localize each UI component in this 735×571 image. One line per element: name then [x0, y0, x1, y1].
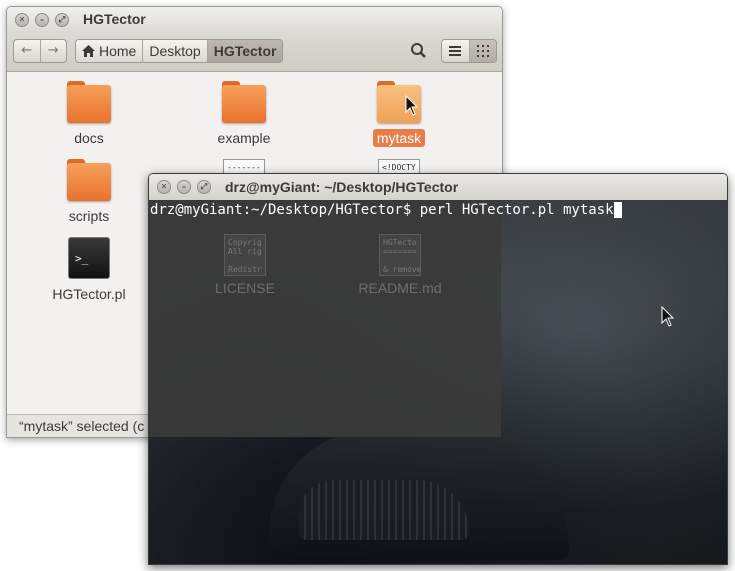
text-cursor — [613, 202, 622, 218]
window-title: HGTector — [83, 11, 146, 27]
breadcrumb-desktop[interactable]: Desktop — [143, 40, 208, 62]
grid-icon — [476, 45, 489, 57]
breadcrumb-label: Home — [99, 43, 137, 59]
close-icon[interactable]: ✕ — [15, 13, 29, 27]
document-icon: HGTecto ======= & remove — [379, 234, 421, 276]
terminal-body[interactable]: Copyrig All rig Redistr LICENSE HGTecto … — [149, 200, 727, 564]
ghost-file-readme: HGTecto ======= & remove README.md — [345, 234, 455, 296]
folder-icon — [67, 159, 111, 201]
search-icon[interactable] — [409, 41, 429, 61]
item-label: HGTector.pl — [52, 286, 126, 302]
back-button[interactable]: ← — [14, 40, 40, 62]
view-mode-switcher — [441, 39, 497, 63]
icon-view-button[interactable] — [468, 40, 496, 62]
item-label: scripts — [68, 208, 110, 224]
item-label: README.md — [358, 280, 442, 296]
item-label: mytask — [372, 129, 426, 147]
navigation-buttons: ← → — [13, 39, 67, 63]
breadcrumb-hgtector[interactable]: HGTector — [207, 40, 283, 62]
file-manager-toolbar: ← → Home Desktop HGTector — [7, 33, 502, 72]
folder-item-example[interactable]: example — [189, 81, 299, 147]
terminal-prompt-line: drz@myGiant:~/Desktop/HGTector$ perl HGT… — [150, 202, 622, 218]
prompt-text: drz@myGiant:~/Desktop/HGTector$ perl HGT… — [150, 202, 614, 218]
terminal-window[interactable]: ✕ – ⤢ drz@myGiant: ~/Desktop/HGTector Co… — [148, 173, 728, 565]
maximize-icon[interactable]: ⤢ — [55, 13, 69, 27]
breadcrumb-home[interactable]: Home — [76, 40, 144, 62]
folder-item-mytask[interactable]: mytask — [344, 81, 454, 147]
mouse-pointer-icon — [405, 95, 419, 116]
minimize-icon[interactable]: – — [35, 13, 49, 27]
arrow-right-icon: → — [47, 43, 59, 58]
forward-button[interactable]: → — [39, 40, 67, 62]
minimize-icon[interactable]: – — [177, 180, 191, 194]
file-manager-titlebar: ✕ – ⤢ HGTector — [7, 7, 502, 33]
document-icon: Copyrig All rig Redistr — [224, 234, 266, 276]
breadcrumb-label: HGTector — [213, 43, 277, 59]
terminal-title: drz@myGiant: ~/Desktop/HGTector — [225, 179, 459, 195]
mouse-pointer-icon — [661, 306, 675, 327]
folder-item-scripts[interactable]: scripts — [34, 159, 144, 225]
maximize-icon[interactable]: ⤢ — [197, 180, 211, 194]
home-icon — [82, 45, 95, 57]
item-label: example — [217, 130, 271, 146]
list-view-button[interactable] — [442, 40, 469, 62]
close-icon[interactable]: ✕ — [157, 180, 171, 194]
folder-icon — [222, 81, 266, 123]
wallpaper-grille — [299, 480, 469, 540]
folder-icon — [67, 81, 111, 123]
terminal-script-icon: >_ — [68, 237, 110, 279]
arrow-left-icon: ← — [21, 43, 33, 58]
terminal-titlebar: ✕ – ⤢ drz@myGiant: ~/Desktop/HGTector — [149, 174, 727, 200]
breadcrumb-label: Desktop — [149, 43, 201, 59]
ghost-file-license: Copyrig All rig Redistr LICENSE — [190, 234, 300, 296]
file-item-hgtector-pl[interactable]: >_ HGTector.pl — [34, 237, 144, 303]
item-label: docs — [74, 130, 104, 146]
breadcrumb: Home Desktop HGTector — [75, 39, 284, 63]
item-label: LICENSE — [215, 280, 275, 296]
list-icon — [449, 46, 462, 56]
folder-item-docs[interactable]: docs — [34, 81, 144, 147]
